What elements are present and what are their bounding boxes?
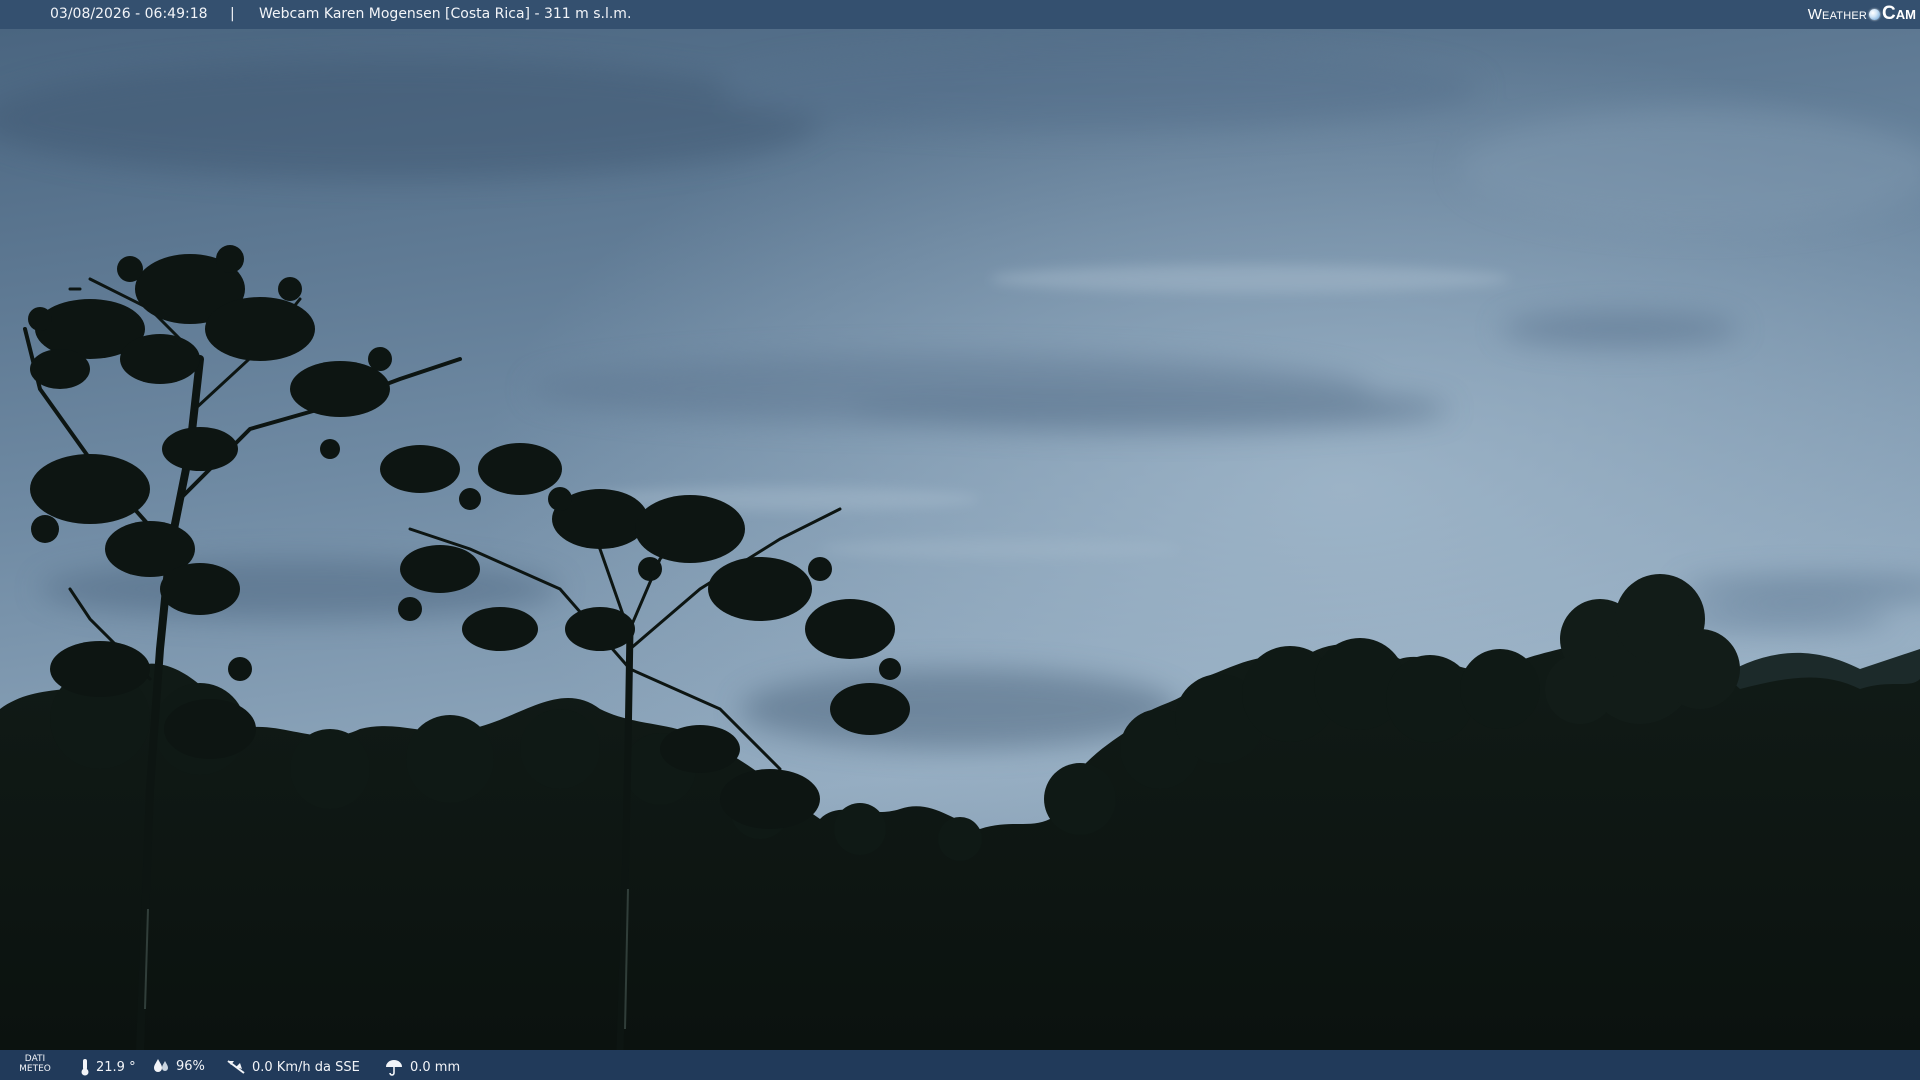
humidity-reading: 96% [152,1058,205,1074]
humidity-value: 96% [176,1058,205,1074]
weather-label-line1: DATI [24,1054,46,1064]
webcam-image [0,29,1920,1050]
capture-datetime: 03/08/2026 - 06:49:18 [50,6,208,22]
weather-data-bar: DATI METEO 21.9 ° 96% 0.0 Km/h da SSE 0.… [0,1050,1920,1080]
humidity-drops-icon [154,1059,168,1072]
weather-data-label: DATI METEO [18,1054,52,1074]
rain-reading: 0.0 mm [384,1058,460,1076]
wind-value: 0.0 Km/h da SSE [252,1059,360,1075]
logo-word-weather: Weather [1807,5,1868,23]
top-info-bar: 03/08/2026 - 06:49:18 | Webcam Karen Mog… [0,0,1920,29]
wind-reading: 0.0 Km/h da SSE [226,1058,360,1076]
thermometer-icon [81,1059,89,1076]
logo-word-cam: Cam [1882,3,1916,24]
weather-label-line2: METEO [19,1064,51,1074]
temperature-value: 21.9 ° [96,1059,136,1075]
weathercam-logo: Weather Cam [1808,2,1916,26]
landscape-scene [0,29,1920,1050]
rain-value: 0.0 mm [410,1059,461,1075]
header-separator: | [230,6,235,22]
logo-globe-icon [1869,8,1881,20]
webcam-title: Webcam Karen Mogensen [Costa Rica] - 311… [259,6,632,22]
wind-vane-icon [227,1060,245,1074]
temperature-reading: 21.9 ° [80,1058,136,1076]
umbrella-rain-icon [386,1060,402,1076]
